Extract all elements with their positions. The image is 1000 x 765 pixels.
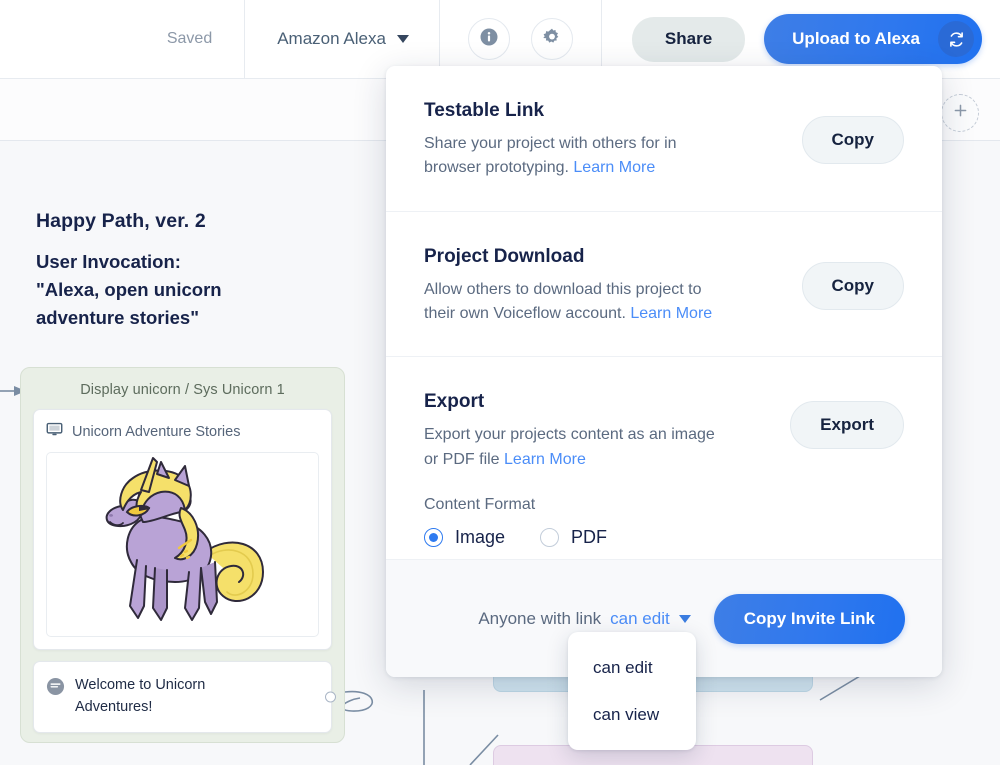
- canvas-note-body: User Invocation: "Alexa, open unicorn ad…: [36, 251, 222, 329]
- share-button[interactable]: Share: [631, 16, 746, 62]
- content-format-radios: Image PDF: [424, 527, 780, 548]
- canvas-note-title: Happy Path, ver. 2: [36, 210, 206, 232]
- testable-link-section: Testable Link Share your project with ot…: [386, 66, 942, 211]
- unicorn-image: [46, 452, 319, 637]
- project-download-desc: Allow others to download this project to…: [424, 278, 724, 327]
- display-block-header: Unicorn Adventure Stories: [46, 421, 319, 443]
- chevron-down-icon: [396, 35, 409, 43]
- saved-status: Saved: [135, 0, 244, 79]
- testable-link-title: Testable Link: [424, 100, 545, 121]
- copy-invite-link-button[interactable]: Copy Invite Link: [713, 593, 905, 644]
- export-button[interactable]: Export: [790, 401, 904, 450]
- radio-unselected-icon: [540, 527, 560, 547]
- sync-icon[interactable]: [938, 21, 974, 57]
- flow-card-title: Display unicorn / Sys Unicorn 1: [80, 382, 285, 398]
- share-popover: Testable Link Share your project with ot…: [386, 66, 942, 677]
- content-format-pdf-label: PDF: [571, 526, 608, 547]
- settings-button[interactable]: [530, 18, 573, 60]
- block-output-port[interactable]: [325, 691, 336, 703]
- content-format-label: Content Format: [424, 495, 536, 513]
- project-download-copy-button[interactable]: Copy: [801, 261, 904, 310]
- export-title: Export: [424, 391, 485, 413]
- speak-block-text: Welcome to Unicorn Adventures!: [75, 677, 206, 715]
- permission-option-can-view[interactable]: can view: [568, 691, 696, 738]
- permission-prefix-label: Anyone with link: [478, 608, 602, 628]
- testable-link-learn-more[interactable]: Learn More: [573, 159, 655, 176]
- content-format-option-pdf[interactable]: PDF: [540, 527, 607, 548]
- upload-button-label: Upload to Alexa: [792, 29, 920, 48]
- project-download-learn-more[interactable]: Learn More: [630, 305, 712, 322]
- flow-card[interactable]: Display unicorn / Sys Unicorn 1 Unicorn …: [20, 367, 345, 743]
- export-learn-more[interactable]: Learn More: [504, 451, 586, 468]
- testable-link-copy-button[interactable]: Copy: [801, 116, 904, 165]
- add-step-button[interactable]: [941, 94, 979, 132]
- display-block[interactable]: Unicorn Adventure Stories: [33, 409, 332, 650]
- speak-bubble-icon: [46, 677, 65, 701]
- platform-label: Amazon Alexa: [277, 29, 386, 48]
- display-screen-icon: [46, 421, 63, 443]
- permission-value[interactable]: can edit: [610, 609, 670, 629]
- info-button[interactable]: [467, 18, 510, 60]
- testable-link-desc: Share your project with others for in br…: [424, 132, 724, 181]
- project-download-section: Project Download Allow others to downloa…: [386, 210, 942, 357]
- plus-icon: [952, 102, 969, 124]
- export-desc: Export your projects content as an image…: [424, 423, 724, 472]
- permission-option-can-edit[interactable]: can edit: [568, 644, 696, 691]
- speak-block[interactable]: Welcome to Unicorn Adventures!: [33, 661, 336, 733]
- info-icon: [479, 27, 499, 52]
- display-block-label: Unicorn Adventure Stories: [72, 424, 241, 440]
- chevron-down-icon: [678, 614, 691, 623]
- radio-selected-icon: [424, 527, 443, 547]
- gear-icon: [542, 27, 562, 52]
- content-format-image-label: Image: [455, 526, 506, 547]
- export-section: Export Export your projects content as a…: [386, 356, 942, 578]
- saved-status-label: Saved: [166, 30, 213, 47]
- permission-dropdown-menu: can edit can view: [568, 632, 696, 750]
- app-root: Happy Path, ver. 2 User Invocation: "Ale…: [0, 0, 1000, 765]
- upload-to-alexa-button[interactable]: Upload to Alexa: [764, 14, 982, 64]
- permission-selector[interactable]: Anyone with link can edit: [478, 608, 691, 629]
- project-download-title: Project Download: [424, 245, 585, 267]
- content-format-option-image[interactable]: Image: [424, 527, 505, 548]
